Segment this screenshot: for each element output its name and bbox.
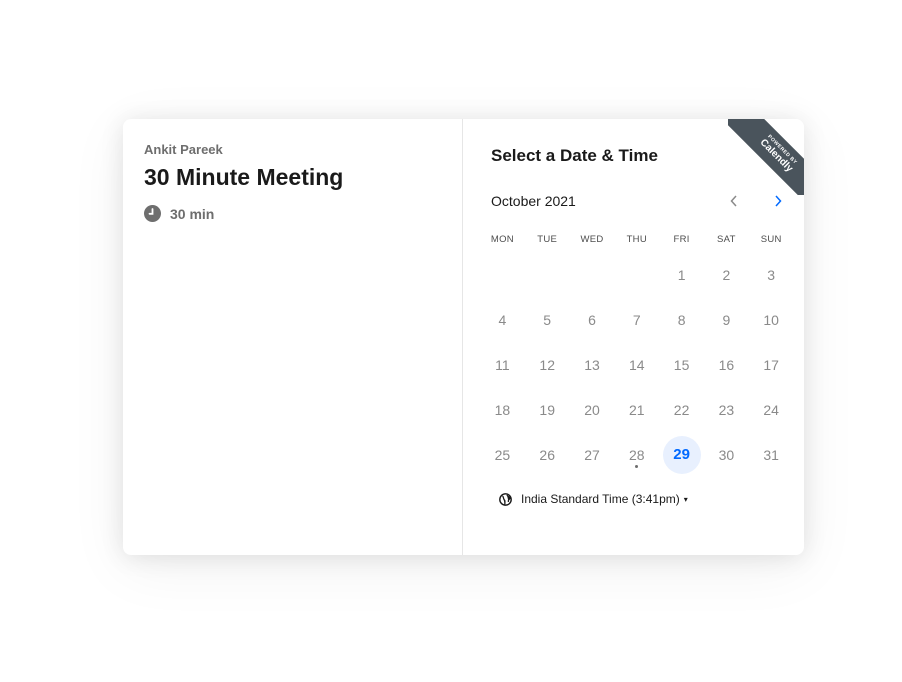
calendar-empty-cell xyxy=(525,252,570,297)
calendar-day-label: 22 xyxy=(673,401,690,418)
calendar-day: 26 xyxy=(525,432,570,477)
calendar-day: 4 xyxy=(480,297,525,342)
globe-icon xyxy=(499,492,512,506)
next-month-button[interactable] xyxy=(771,194,785,208)
calendar-day: 13 xyxy=(570,342,615,387)
calendar-day-label: 6 xyxy=(588,311,596,328)
calendar-day: 5 xyxy=(525,297,570,342)
weekday-label: SUN xyxy=(760,234,782,245)
calendar-day-label: 18 xyxy=(494,401,511,418)
timezone-selector[interactable]: India Standard Time (3:41pm) ▾ xyxy=(499,492,804,506)
calendar-day-label: 27 xyxy=(584,446,600,463)
prev-month-button[interactable] xyxy=(727,194,741,208)
calendar-day-label: 3 xyxy=(767,266,776,283)
calendar-day-label: 15 xyxy=(673,356,690,373)
powered-by-badge[interactable]: POWERED BY Calendly xyxy=(728,119,804,195)
calendar-day: 6 xyxy=(570,297,615,342)
calendar-day: 21 xyxy=(614,387,659,432)
calendar-empty-cell xyxy=(614,252,659,297)
calendar-day-label: 1 xyxy=(677,266,686,283)
event-details-panel: Ankit Pareek 30 Minute Meeting 30 min xyxy=(123,119,463,555)
calendar-day: 30 xyxy=(704,432,749,477)
calendar-day-label: 11 xyxy=(495,356,510,373)
calendar-grid: 1 2 3 4 5 6 7 8 9 10 11 12 13 14 15 16 17 18 19 20 21 22 23 24 2… xyxy=(480,252,804,477)
month-nav xyxy=(727,194,787,208)
chevron-right-icon xyxy=(775,195,782,207)
weekday-label: WED xyxy=(580,234,604,245)
calendar-day: 7 xyxy=(614,297,659,342)
calendar-day: 3 xyxy=(749,252,794,297)
calendar-day-selected[interactable]: 29 xyxy=(659,432,704,477)
caret-down-icon: ▾ xyxy=(683,494,688,504)
calendar-day: 25 xyxy=(480,432,525,477)
calendar-day-label: 20 xyxy=(584,401,600,418)
calendar-day-label: 4 xyxy=(498,311,507,328)
calendar-day: 31 xyxy=(749,432,794,477)
calendar-day: 23 xyxy=(704,387,749,432)
calendar-day-label: 25 xyxy=(494,446,511,463)
calendar-empty-cell xyxy=(570,252,615,297)
calendar-day: 12 xyxy=(525,342,570,387)
timezone-label: India Standard Time (3:41pm) xyxy=(521,492,680,506)
calendar-day-label: 28 xyxy=(629,446,645,463)
booking-card: Ankit Pareek 30 Minute Meeting 30 min Se… xyxy=(123,119,804,555)
weekday-label: SAT xyxy=(717,234,736,245)
calendar-day-label: 26 xyxy=(539,446,555,463)
weekday-header: MON TUE WED THU FRI SAT SUN xyxy=(480,234,804,245)
calendar-day: 2 xyxy=(704,252,749,297)
calendar-day-label: 24 xyxy=(763,401,779,418)
calendar-day: 27 xyxy=(570,432,615,477)
calendar-day-label: 23 xyxy=(718,401,735,418)
calendar-day-label: 2 xyxy=(722,266,731,283)
date-picker-panel: Select a Date & Time October 2021 MON TU… xyxy=(463,119,804,555)
calendar-day-label: 13 xyxy=(584,356,600,373)
calendar-day-label: 17 xyxy=(763,356,779,373)
event-title: 30 Minute Meeting xyxy=(144,164,344,190)
calendar-day-label: 29 xyxy=(662,435,701,474)
calendar-day: 20 xyxy=(570,387,615,432)
calendar-day: 9 xyxy=(704,297,749,342)
calendar-day-label: 30 xyxy=(718,446,735,463)
weekday-label: TUE xyxy=(537,234,558,245)
calendar-day-label: 12 xyxy=(539,356,555,373)
calendar-day-label: 21 xyxy=(629,401,645,418)
calendar-day-label: 7 xyxy=(632,311,641,328)
calendar-day: 8 xyxy=(659,297,704,342)
calendar-day: 1 xyxy=(659,252,704,297)
calendar-day: 15 xyxy=(659,342,704,387)
chevron-left-icon xyxy=(730,195,737,207)
event-duration: 30 min xyxy=(144,205,442,222)
calendar-day-label: 10 xyxy=(763,311,779,328)
month-label: October 2021 xyxy=(491,193,576,209)
calendar-day: 22 xyxy=(659,387,704,432)
host-name: Ankit Pareek xyxy=(144,142,223,157)
calendar-day: 10 xyxy=(749,297,794,342)
weekday-label: MON xyxy=(490,234,514,245)
weekday-label: THU xyxy=(626,234,647,245)
calendar-day: 14 xyxy=(614,342,659,387)
calendar-day-label: 5 xyxy=(543,311,552,328)
calendar-day-label: 19 xyxy=(539,401,555,418)
calendar-empty-cell xyxy=(480,252,525,297)
clock-icon xyxy=(144,205,161,222)
calendar-day: 18 xyxy=(480,387,525,432)
badge-ribbon: POWERED BY Calendly xyxy=(728,119,804,195)
calendar-day: 17 xyxy=(749,342,794,387)
calendar-day-label: 16 xyxy=(718,356,735,373)
calendar-day-label: 31 xyxy=(763,446,779,463)
calendar-day: 24 xyxy=(749,387,794,432)
calendar-day-label: 8 xyxy=(677,311,686,328)
weekday-label: FRI xyxy=(673,234,690,245)
calendar-day-label: 14 xyxy=(629,356,645,373)
duration-label: 30 min xyxy=(170,205,215,222)
calendar-day: 16 xyxy=(704,342,749,387)
calendar-day-label: 9 xyxy=(722,311,731,328)
calendar-day: 19 xyxy=(525,387,570,432)
calendar-day: 28 xyxy=(614,432,659,477)
calendar-day: 11 xyxy=(480,342,525,387)
